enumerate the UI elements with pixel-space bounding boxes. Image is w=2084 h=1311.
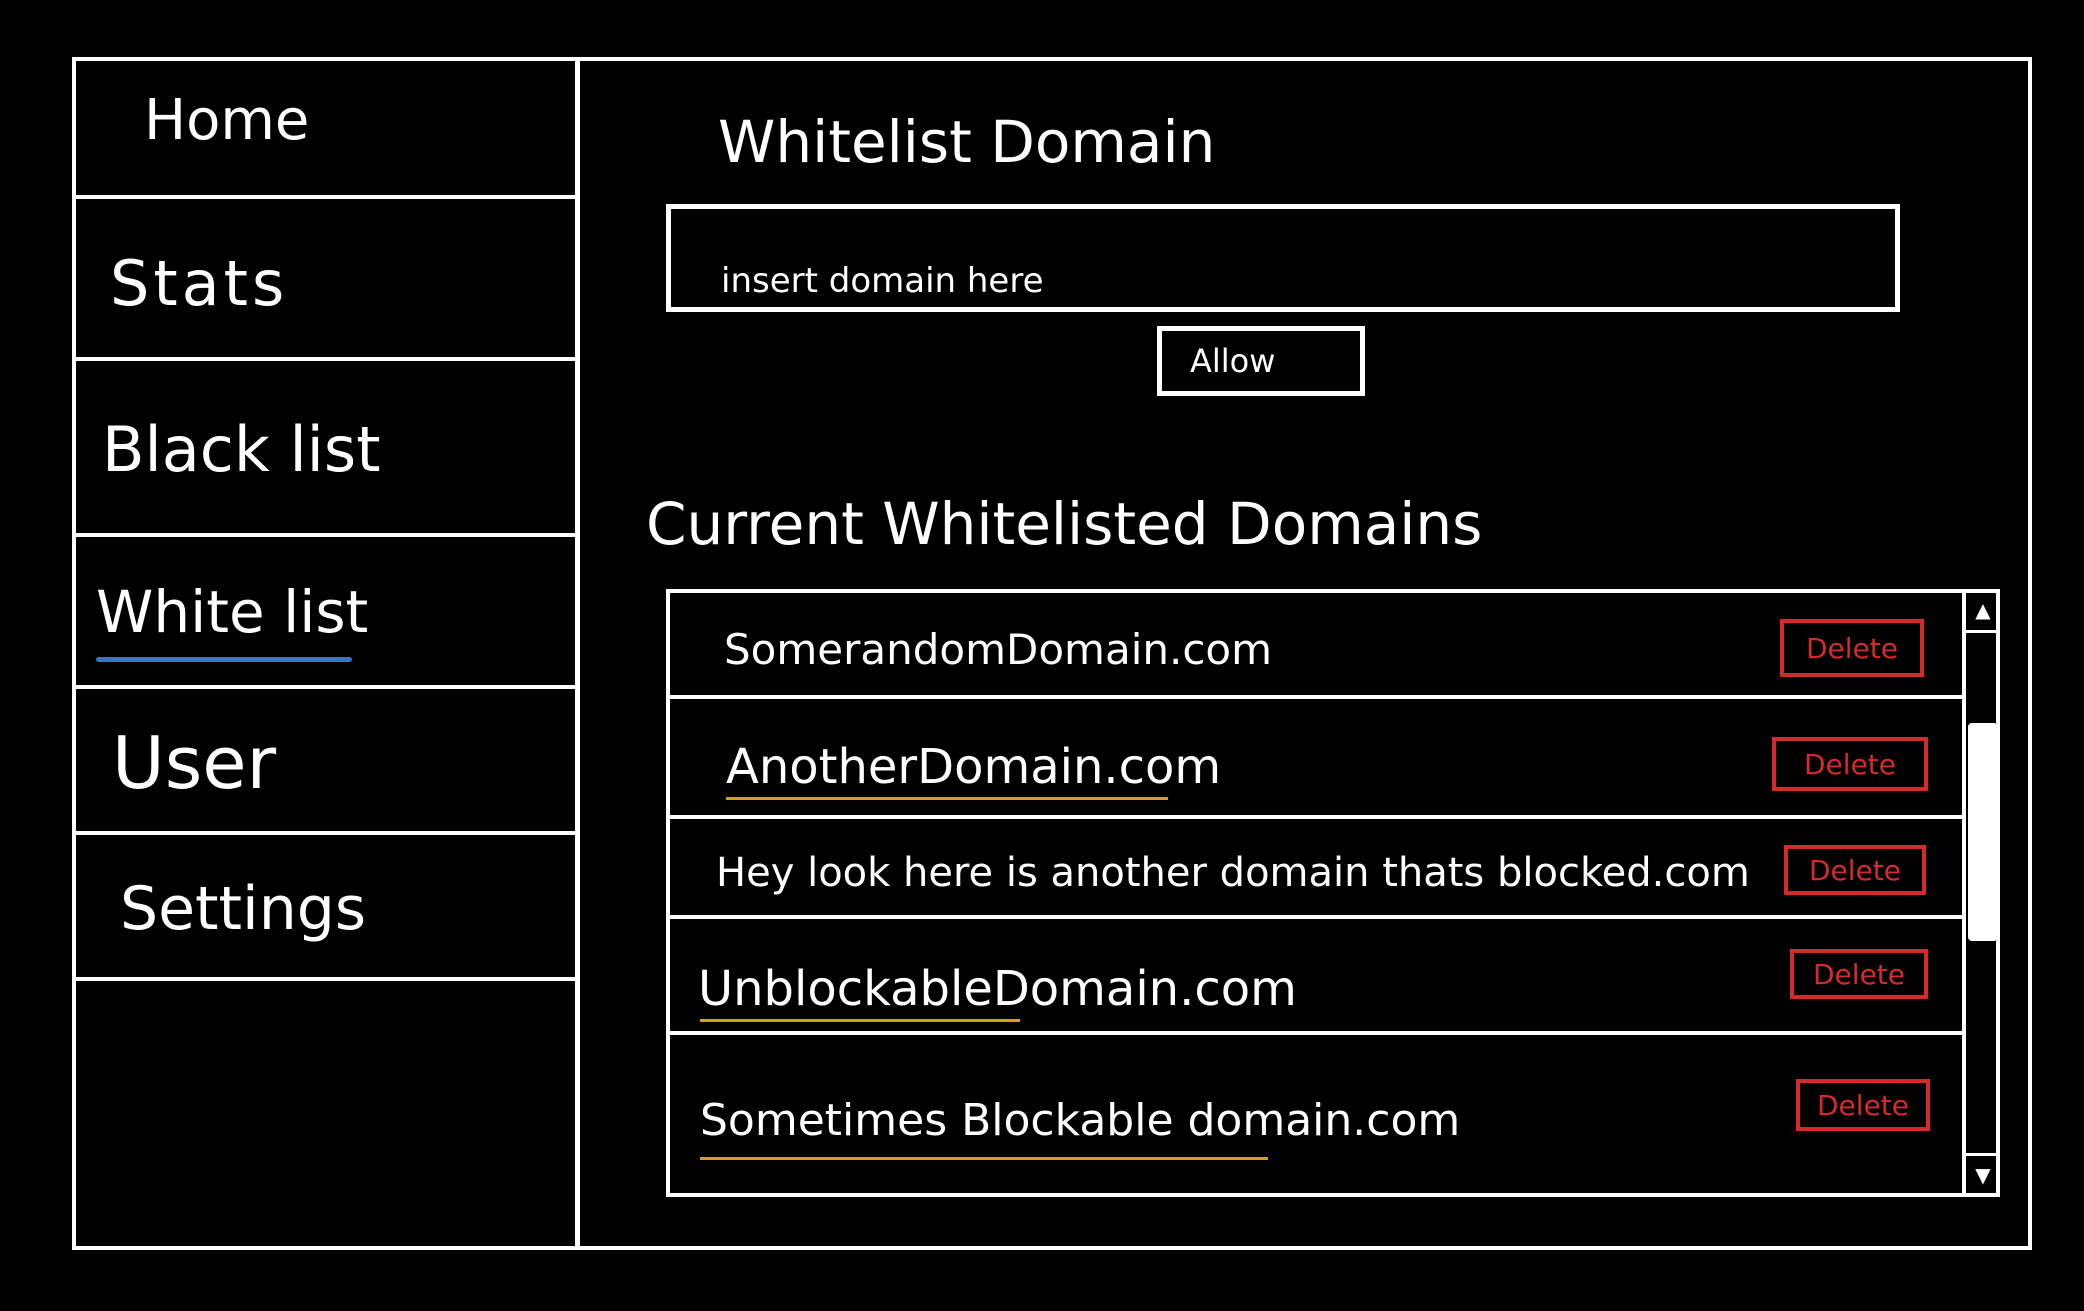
allow-button[interactable]: Allow	[1157, 326, 1365, 396]
sidebar-item-home[interactable]: Home	[72, 57, 575, 199]
list-item: AnotherDomain.com Delete	[670, 699, 1962, 819]
sidebar-item-settings[interactable]: Settings	[72, 835, 575, 981]
scroll-up-icon[interactable]: ▲	[1966, 593, 2000, 633]
active-nav-indicator	[96, 657, 352, 662]
sidebar-item-user[interactable]: User	[72, 689, 575, 835]
sidebar-item-whitelist[interactable]: White list	[72, 537, 575, 689]
delete-button[interactable]: Delete	[1784, 845, 1926, 895]
list-item: UnblockableDomain.com Delete	[670, 919, 1962, 1035]
domain-name: AnotherDomain.com	[726, 739, 1222, 795]
sidebar: Home Stats Black list White list User Se…	[72, 57, 580, 1246]
sidebar-item-label: Black list	[102, 413, 381, 486]
scroll-thumb[interactable]	[1968, 723, 1998, 941]
domain-name: UnblockableDomain.com	[698, 961, 1297, 1017]
sidebar-item-label: User	[112, 721, 277, 805]
highlight-underline	[700, 1019, 1020, 1022]
highlight-underline	[726, 797, 1168, 800]
sidebar-item-label: Home	[144, 88, 310, 153]
sidebar-item-stats[interactable]: Stats	[72, 199, 575, 361]
list-item: Sometimes Blockable domain.com Delete	[670, 1035, 1962, 1197]
scroll-down-icon[interactable]: ▼	[1966, 1153, 2000, 1193]
domain-name: Sometimes Blockable domain.com	[700, 1095, 1461, 1146]
list-item: SomerandomDomain.com Delete	[670, 593, 1962, 699]
page-title: Whitelist Domain	[718, 108, 1216, 176]
sidebar-item-blacklist[interactable]: Black list	[72, 361, 575, 537]
delete-button[interactable]: Delete	[1796, 1079, 1930, 1131]
domain-name: SomerandomDomain.com	[724, 625, 1273, 674]
domain-input[interactable]	[666, 204, 1900, 312]
sidebar-item-label: Settings	[120, 874, 367, 944]
highlight-underline	[700, 1157, 1268, 1160]
sidebar-item-label: Stats	[110, 247, 289, 320]
delete-button[interactable]: Delete	[1780, 619, 1924, 677]
section-title: Current Whitelisted Domains	[646, 490, 1483, 558]
delete-button[interactable]: Delete	[1790, 949, 1928, 999]
domain-name: Hey look here is another domain thats bl…	[716, 850, 1750, 896]
delete-button[interactable]: Delete	[1772, 737, 1928, 791]
whitelisted-domains-list: SomerandomDomain.com Delete AnotherDomai…	[666, 589, 2000, 1197]
list-item: Hey look here is another domain thats bl…	[670, 819, 1962, 919]
scrollbar[interactable]: ▲ ▼	[1962, 593, 2000, 1193]
sidebar-item-label: White list	[96, 578, 369, 646]
